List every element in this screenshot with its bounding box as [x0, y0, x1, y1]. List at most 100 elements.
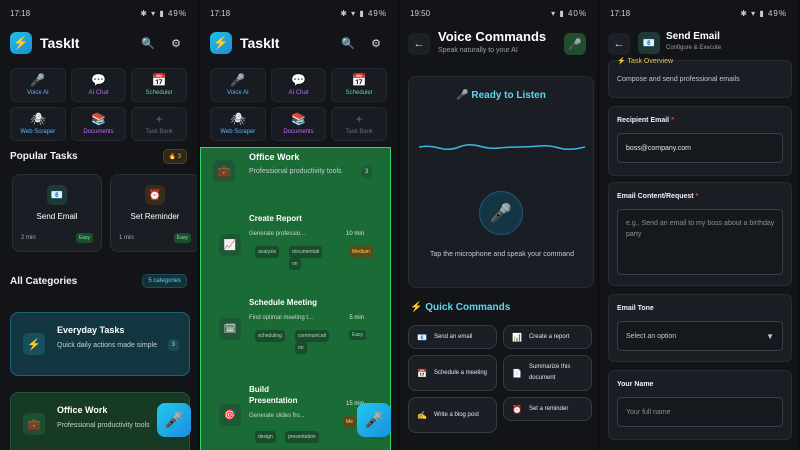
- feature-web-scraper[interactable]: 🕷 Web Scraper: [10, 107, 66, 141]
- listening-panel: 🎤 Ready to Listen 🎤 Tap the microphone a…: [408, 76, 594, 288]
- template-create-report[interactable]: 📈 Create Report Generate professio... 10…: [219, 214, 384, 294]
- page-title: Send Email: [666, 31, 720, 42]
- command-create-report[interactable]: 📊 Create a report: [503, 325, 592, 349]
- back-arrow-icon[interactable]: ←: [408, 33, 430, 55]
- page-title: Voice Commands: [438, 29, 547, 44]
- back-arrow-icon[interactable]: ←: [608, 33, 630, 55]
- books-icon: 📚: [91, 112, 106, 126]
- search-icon[interactable]: 🔍: [137, 32, 159, 54]
- document-icon: 📄: [512, 368, 522, 378]
- task-overview-title: ⚡ Task Overview: [617, 58, 674, 65]
- content-card: Email Content/Request * e.g., Send an em…: [608, 182, 792, 286]
- send-email-screen: 17:18 ✱ ▾ ▮ 49% ← 📧 Send Email Configure…: [600, 0, 797, 450]
- category-count-badge: 5 categories: [142, 274, 187, 288]
- calendar-icon: 📅: [417, 368, 427, 378]
- feature-scheduler[interactable]: 📅 Scheduler: [331, 68, 387, 102]
- status-time: 19:50: [410, 8, 431, 18]
- writing-hand-icon: ✍: [417, 410, 427, 420]
- lightning-logo-icon: ⚡: [10, 32, 32, 54]
- microphone-icon: 🎤: [364, 412, 384, 429]
- spider-icon: 🕷: [230, 112, 246, 126]
- gear-icon[interactable]: ⚙: [165, 32, 187, 54]
- email-content-field[interactable]: e.g., Send an email to my boss about a b…: [617, 209, 783, 275]
- popular-tasks-header: Popular Tasks 🔥 3: [0, 149, 197, 164]
- feature-documents[interactable]: 📚 Documents: [270, 107, 327, 141]
- name-label: Your Name: [617, 381, 654, 388]
- command-write-blog[interactable]: ✍ Write a blog post: [408, 397, 497, 433]
- recipient-email-field[interactable]: boss@company.com: [617, 133, 783, 163]
- feature-web-scraper[interactable]: 🕷 Web Scraper: [210, 107, 266, 141]
- feature-documents[interactable]: 📚 Documents: [70, 107, 127, 141]
- plus-icon: +: [355, 112, 363, 126]
- status-icons: ✱ ▾ ▮ 49%: [340, 8, 387, 18]
- search-icon[interactable]: 🔍: [337, 32, 359, 54]
- command-send-email[interactable]: 📧 Send an email: [408, 325, 497, 349]
- dropdown-arrow-icon: ▼: [766, 331, 774, 341]
- spider-icon: 🕷: [30, 112, 46, 126]
- feature-voice-ai[interactable]: 🎤 Voice AI: [10, 68, 66, 102]
- voice-fab-button[interactable]: 🎤: [157, 403, 191, 437]
- app-header: ⚡ TaskIt 🔍 ⚙: [200, 26, 397, 60]
- feature-ai-chat[interactable]: 💬 AI Chat: [70, 68, 127, 102]
- briefcase-icon: 💼: [23, 413, 45, 435]
- chat-icon: 💬: [91, 73, 106, 87]
- page-subtitle: Configure & Execute: [666, 45, 722, 51]
- feature-task-bank[interactable]: + Task Bank: [331, 107, 387, 141]
- app-header: ⚡ TaskIt 🔍 ⚙: [0, 26, 197, 60]
- feature-ai-chat[interactable]: 💬 AI Chat: [270, 68, 327, 102]
- gear-icon[interactable]: ⚙: [365, 32, 387, 54]
- app-title: TaskIt: [240, 35, 280, 51]
- status-icons: ✱ ▾ ▮ 49%: [740, 8, 787, 18]
- briefcase-icon: 💼: [213, 160, 235, 182]
- task-overview-card: ⚡ Task Overview Compose and send profess…: [608, 58, 792, 98]
- difficulty-badge: Easy: [349, 330, 367, 340]
- home-screen: 17:18 ✱ ▾ ▮ 49% ⚡ TaskIt 🔍 ⚙ 🎤 Voice AI 💬…: [0, 0, 197, 450]
- books-icon: 📚: [291, 112, 306, 126]
- feature-task-bank[interactable]: + Task Bank: [131, 107, 187, 141]
- waveform: [419, 143, 585, 151]
- bar-chart-icon: 📊: [512, 332, 522, 342]
- tone-label: Email Tone: [617, 305, 654, 312]
- feature-scheduler[interactable]: 📅 Scheduler: [131, 68, 187, 102]
- command-schedule-meeting[interactable]: 📅 Schedule a meeting: [408, 355, 497, 391]
- tone-select[interactable]: Select an option ▼: [617, 321, 783, 351]
- name-card: Your Name Your full name: [608, 370, 792, 440]
- voice-commands-screen: 19:50 ▾ ▮ 40% ← Voice Commands Speak nat…: [400, 0, 597, 450]
- microphone-icon: 🎤: [164, 412, 184, 429]
- ready-label: 🎤 Ready to Listen: [456, 90, 546, 101]
- command-set-reminder[interactable]: ⏰ Set a reminder: [503, 397, 592, 421]
- voice-fab-button[interactable]: 🎤: [357, 403, 391, 437]
- feature-voice-ai[interactable]: 🎤 Voice AI: [210, 68, 266, 102]
- all-categories-header: All Categories 5 categories: [0, 274, 197, 288]
- email-icon: 📧: [47, 185, 67, 205]
- status-icons: ▾ ▮ 40%: [551, 8, 587, 18]
- category-everyday-tasks[interactable]: ⚡ Everyday Tasks Quick daily actions mad…: [10, 312, 190, 376]
- status-bar: 17:18 ✱ ▾ ▮ 49%: [200, 0, 397, 26]
- template-schedule-meeting[interactable]: 🗓 Schedule Meeting Find optimal meeting …: [219, 298, 384, 378]
- chart-icon: 📈: [219, 234, 241, 256]
- page-subtitle: Speak naturally to your AI: [438, 47, 518, 54]
- task-card-send-email[interactable]: 📧 Send Email 2 min Easy: [12, 174, 102, 252]
- app-title: TaskIt: [40, 35, 80, 51]
- microphone-icon[interactable]: 🎤: [564, 33, 586, 55]
- content-label: Email Content/Request *: [617, 193, 699, 200]
- listen-hint: Tap the microphone and speak your comman…: [430, 251, 574, 258]
- alarm-clock-icon: ⏰: [512, 404, 522, 414]
- your-name-field[interactable]: Your full name: [617, 397, 783, 427]
- command-summarize-document[interactable]: 📄 Summarize this document: [503, 355, 592, 391]
- popular-count-badge: 🔥 3: [162, 149, 187, 164]
- status-time: 17:18: [610, 8, 631, 18]
- recipient-label: Recipient Email *: [617, 117, 674, 124]
- plus-icon: +: [155, 112, 163, 126]
- task-card-set-reminder[interactable]: ⏰ Set Reminder 1 min Easy: [110, 174, 197, 252]
- category-expanded-screen: 17:18 ✱ ▾ ▮ 49% ⚡ TaskIt 🔍 ⚙ 🎤 Voice AI 💬…: [200, 0, 397, 450]
- calendar-icon: 📅: [151, 73, 167, 87]
- calendar-icon: 🗓: [219, 318, 241, 340]
- status-time: 17:18: [210, 8, 231, 18]
- difficulty-badge: Easy: [173, 233, 191, 243]
- target-icon: 🎯: [219, 404, 241, 426]
- lightning-icon: ⚡: [23, 333, 45, 355]
- chat-icon: 💬: [291, 73, 306, 87]
- microphone-button[interactable]: 🎤: [479, 191, 523, 235]
- status-bar: 17:18 ✱ ▾ ▮ 49%: [0, 0, 197, 26]
